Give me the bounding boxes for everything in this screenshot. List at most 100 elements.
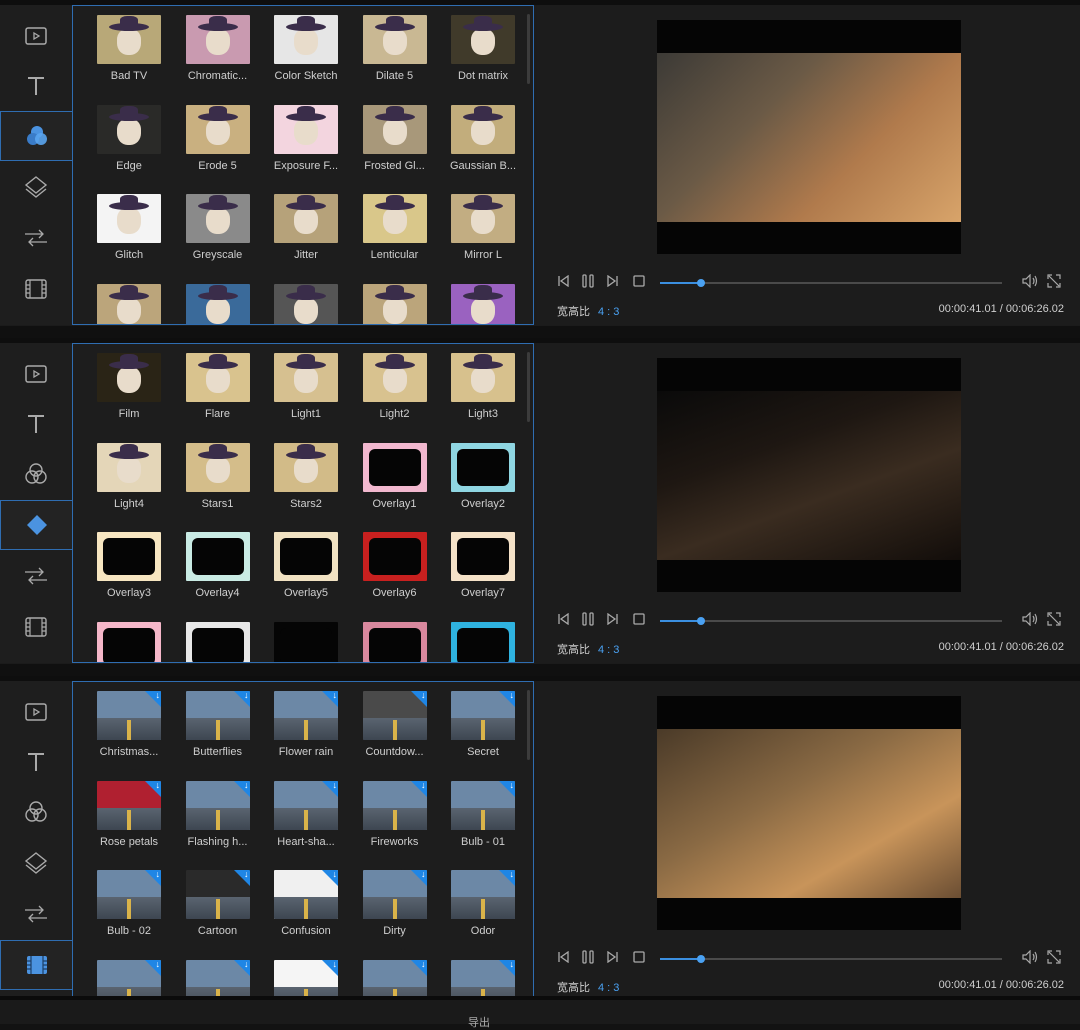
volume-button[interactable] — [1021, 949, 1039, 967]
effect-thumbnail[interactable] — [97, 780, 161, 830]
prev-frame-button[interactable] — [555, 274, 573, 291]
effect-thumbnail[interactable] — [362, 104, 427, 154]
effect-item[interactable]: Overlay5 — [274, 532, 338, 622]
download-icon[interactable] — [410, 959, 427, 976]
effect-item[interactable]: Overlay7 — [451, 532, 515, 622]
effect-thumbnail[interactable] — [274, 780, 338, 830]
effect-item[interactable]: Mirror L — [451, 194, 515, 284]
download-icon[interactable] — [145, 959, 161, 976]
effect-item[interactable]: Light1 — [274, 353, 338, 443]
effect-thumbnail[interactable] — [362, 194, 427, 243]
download-icon[interactable] — [322, 691, 338, 707]
effect-thumbnail[interactable] — [451, 283, 515, 324]
effect-thumbnail[interactable] — [451, 353, 515, 402]
next-frame-button[interactable] — [603, 950, 621, 967]
next-frame-button[interactable] — [603, 274, 621, 291]
tool-elements[interactable] — [0, 264, 72, 314]
effect-thumbnail[interactable] — [362, 15, 427, 64]
effect-thumbnail[interactable] — [185, 621, 250, 662]
effect-thumbnail[interactable] — [274, 870, 338, 919]
download-icon[interactable] — [233, 959, 250, 976]
download-icon[interactable] — [499, 870, 515, 886]
pause-button[interactable] — [579, 949, 597, 967]
effect-thumbnail[interactable] — [185, 283, 250, 324]
effect-thumbnail[interactable] — [362, 959, 427, 1000]
effect-thumbnail[interactable] — [274, 353, 338, 402]
effect-thumbnail[interactable] — [274, 621, 338, 662]
effect-thumbnail[interactable] — [274, 691, 338, 740]
effect-item[interactable]: Dot matrix — [451, 15, 515, 105]
tool-elements[interactable] — [0, 602, 72, 652]
effect-thumbnail[interactable] — [185, 104, 250, 154]
download-icon[interactable] — [499, 691, 515, 707]
effect-item[interactable]: Dirty — [362, 870, 427, 960]
effect-thumbnail[interactable] — [97, 870, 161, 919]
effect-item[interactable]: Bad TV — [97, 15, 161, 105]
stop-button[interactable] — [630, 951, 648, 967]
effect-thumbnail[interactable] — [362, 442, 427, 492]
download-icon[interactable] — [233, 691, 250, 707]
tool-text[interactable] — [0, 61, 72, 111]
effect-item[interactable]: Stars1 — [185, 442, 250, 533]
effect-thumbnail[interactable] — [185, 442, 250, 492]
effect-item[interactable]: Heart-sha... — [274, 780, 338, 871]
effect-thumbnail[interactable] — [185, 532, 250, 581]
seek-bar[interactable] — [660, 955, 1002, 963]
grid-scrollbar[interactable] — [527, 352, 530, 422]
effect-thumbnail[interactable] — [451, 870, 515, 919]
effect-item[interactable]: Flower rain — [274, 691, 338, 781]
pause-button[interactable] — [579, 611, 597, 629]
video-preview[interactable] — [657, 358, 961, 592]
effect-thumbnail[interactable] — [451, 104, 515, 154]
effect-thumbnail[interactable] — [274, 532, 338, 581]
download-icon[interactable] — [322, 870, 338, 886]
effect-thumbnail[interactable] — [185, 691, 250, 740]
effect-thumbnail[interactable] — [362, 353, 427, 402]
download-icon[interactable] — [233, 780, 250, 797]
effect-thumbnail[interactable] — [185, 870, 250, 919]
tool-filters[interactable] — [0, 111, 72, 161]
effect-item[interactable]: Countdow... — [362, 691, 427, 781]
effect-item[interactable] — [274, 621, 338, 662]
download-icon[interactable] — [322, 780, 338, 797]
effect-item[interactable] — [451, 283, 515, 324]
effect-item[interactable] — [362, 283, 427, 324]
effect-item[interactable]: Butterflies — [185, 691, 250, 781]
volume-button[interactable] — [1021, 611, 1039, 629]
seek-bar[interactable] — [660, 617, 1002, 625]
effect-thumbnail[interactable] — [451, 691, 515, 740]
aspect-ratio[interactable]: 宽高比 4 : 3 — [557, 303, 619, 319]
aspect-ratio[interactable]: 宽高比 4 : 3 — [557, 979, 619, 995]
effect-thumbnail[interactable] — [185, 959, 250, 1000]
effect-thumbnail[interactable] — [97, 691, 161, 740]
effect-thumbnail[interactable] — [185, 353, 250, 402]
effect-thumbnail[interactable] — [362, 283, 427, 324]
seek-bar-handle[interactable] — [697, 955, 706, 963]
effect-item[interactable]: Erode 5 — [185, 104, 250, 195]
export-button[interactable]: 导出 — [468, 1014, 490, 1030]
effect-item[interactable]: Greyscale — [185, 194, 250, 284]
effect-item[interactable] — [451, 621, 515, 662]
effect-thumbnail[interactable] — [185, 194, 250, 243]
effect-thumbnail[interactable] — [274, 959, 338, 1000]
video-preview[interactable] — [657, 20, 961, 254]
tool-video[interactable] — [0, 349, 72, 399]
effect-item[interactable]: Light2 — [362, 353, 427, 443]
download-icon[interactable] — [233, 870, 250, 886]
tool-overlays[interactable] — [0, 162, 72, 212]
effect-item[interactable] — [97, 621, 161, 662]
effect-item[interactable]: Rose petals — [97, 780, 161, 871]
seek-bar-handle[interactable] — [697, 617, 706, 625]
stop-button[interactable] — [630, 275, 648, 291]
effect-item[interactable]: Overlay1 — [362, 442, 427, 533]
effect-thumbnail[interactable] — [451, 15, 515, 64]
fullscreen-button[interactable] — [1045, 611, 1063, 629]
download-icon[interactable] — [145, 691, 161, 707]
tool-filters[interactable] — [0, 449, 72, 499]
tool-elements[interactable] — [0, 940, 72, 990]
prev-frame-button[interactable] — [555, 950, 573, 967]
effect-thumbnail[interactable] — [274, 442, 338, 492]
tool-filters[interactable] — [0, 787, 72, 837]
pause-button[interactable] — [579, 273, 597, 291]
effect-thumbnail[interactable] — [451, 194, 515, 243]
